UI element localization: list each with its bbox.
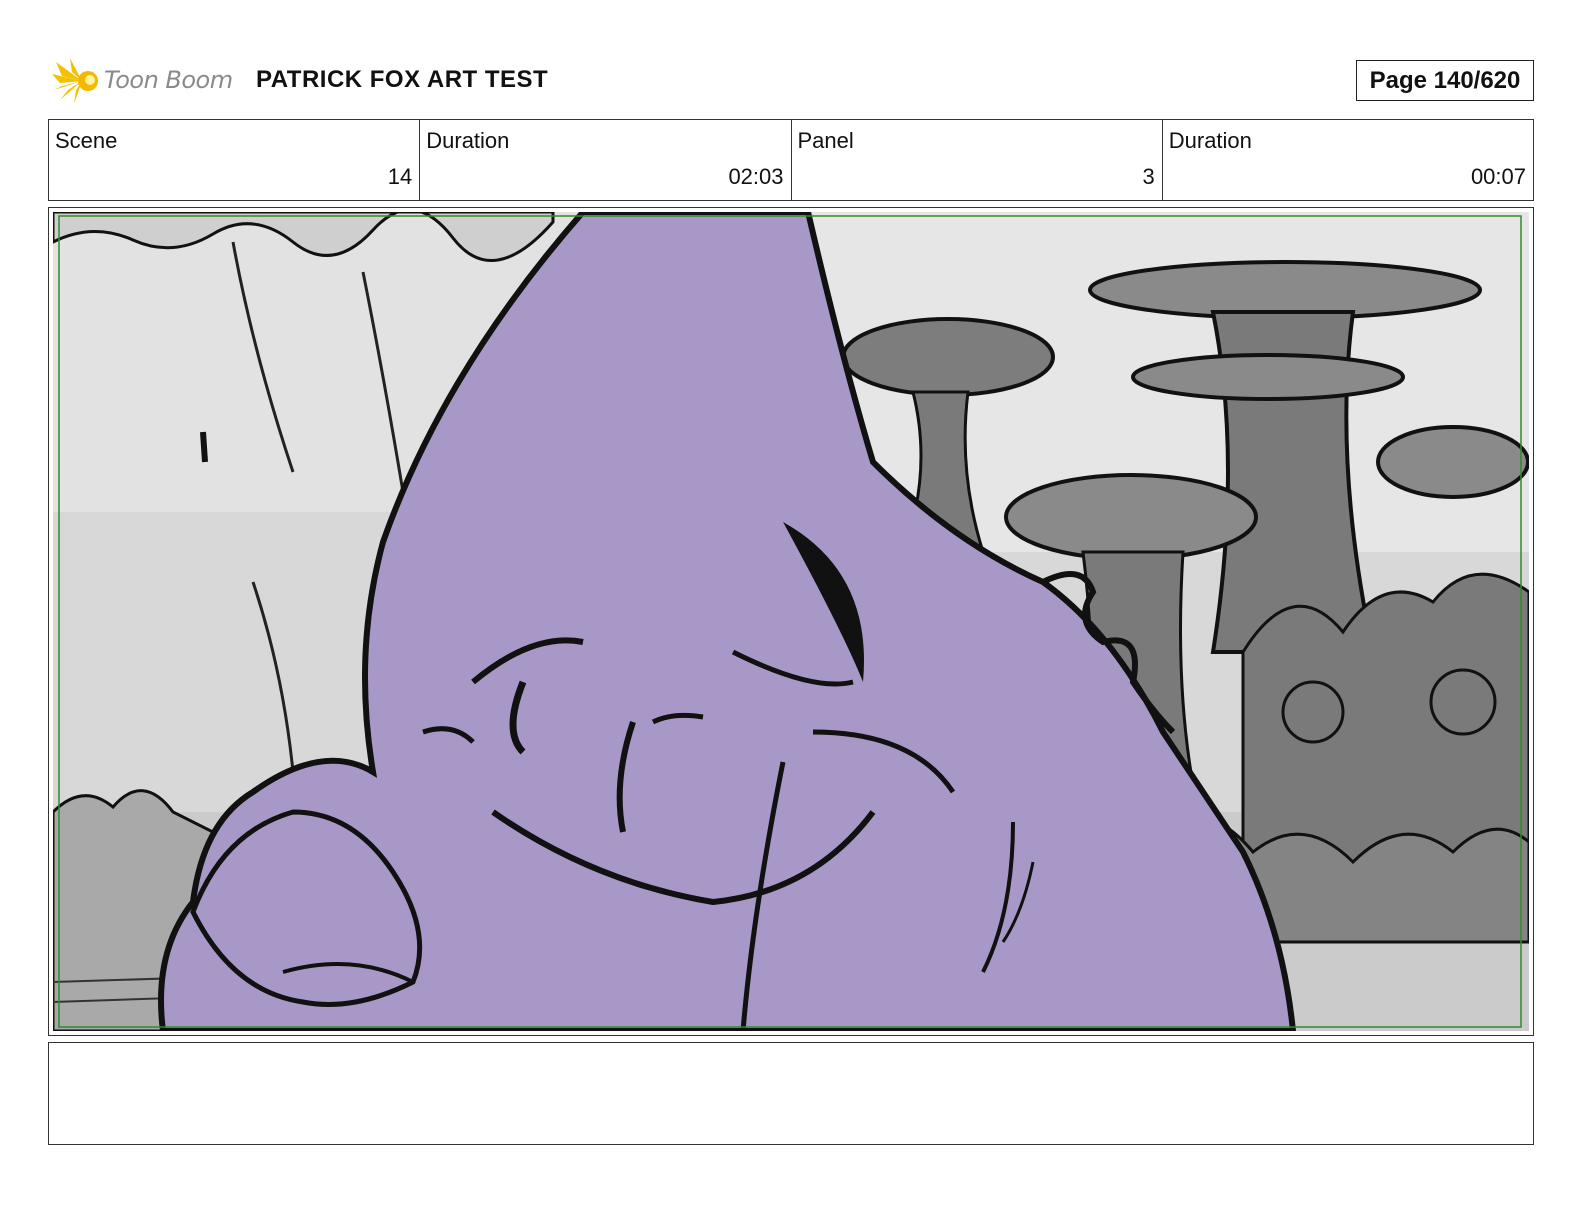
scene-duration-value: 02:03 xyxy=(728,164,784,189)
page-label: Page 140/620 xyxy=(1369,66,1521,94)
panel-cell: Panel 3 xyxy=(792,120,1163,200)
panel-duration-value: 00:07 xyxy=(1470,164,1526,189)
logo-text: Toon Boom xyxy=(104,66,233,94)
panel-notes-box xyxy=(48,1042,1534,1145)
panel-value: 3 xyxy=(1142,164,1155,189)
sunburst-icon xyxy=(52,58,98,104)
storyboard-panel xyxy=(48,207,1534,1036)
page-indicator: Page 140/620 xyxy=(1356,60,1534,101)
scene-cell: Scene 14 xyxy=(49,120,421,200)
scene-info-row: Scene 14 Duration 02:03 Panel 3 Duration… xyxy=(48,119,1534,201)
scene-value: 14 xyxy=(387,164,413,189)
storyboard-sketch-icon xyxy=(53,212,1529,1031)
panel-artwork xyxy=(53,212,1529,1031)
scene-duration-cell: Duration 02:03 xyxy=(420,120,792,200)
toon-boom-logo: Toon Boom xyxy=(52,56,242,106)
scene-label: Scene xyxy=(55,128,118,153)
project-title: PATRICK FOX ART TEST xyxy=(256,66,549,93)
panel-duration-cell: Duration 00:07 xyxy=(1163,120,1533,200)
panel-duration-label: Duration xyxy=(1168,128,1252,153)
panel-label: Panel xyxy=(797,128,854,153)
scene-duration-label: Duration xyxy=(426,128,510,153)
